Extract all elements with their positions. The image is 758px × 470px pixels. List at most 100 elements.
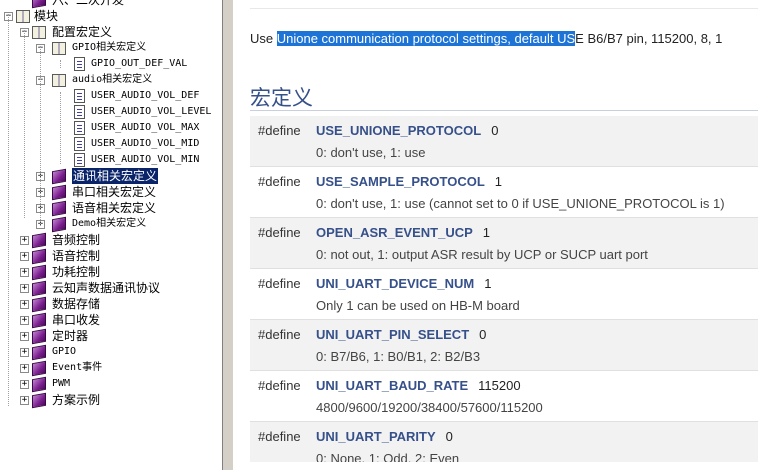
define-name[interactable]: UNI_UART_BAUD_RATE [316, 378, 468, 393]
define-value: 1 [484, 276, 492, 291]
tree-item-label[interactable]: PWM [52, 376, 70, 392]
define-name[interactable]: USE_UNIONE_PROTOCOL [316, 123, 481, 138]
tree-item-label[interactable]: 六、二次开发 [52, 0, 124, 8]
define-description: 0: don't use, 1: use (cannot set to 0 if… [316, 196, 725, 211]
tree-item[interactable]: + PWM [0, 376, 222, 393]
define-name[interactable]: OPEN_ASR_EVENT_UCP [316, 225, 473, 240]
define-name-link[interactable]: UNI_UART_PIN_SELECT 0 [316, 327, 486, 342]
tree-item-label[interactable]: 音频控制 [52, 232, 100, 248]
tree-item[interactable]: + 语音控制 [0, 248, 222, 265]
book-closed-icon [52, 184, 66, 201]
define-row: #define UNI_UART_DEVICE_NUM 1 Only 1 can be… [250, 269, 758, 320]
tree-item-label[interactable]: 语音相关宏定义 [72, 200, 156, 216]
tree-panel[interactable]: 六、二次开发 − 模块 − 配置宏定义 − GPIO相关宏定义 GPIO_OUT_DEF_VA… [0, 0, 222, 470]
define-name-link[interactable]: UNI_UART_PARITY 0 [316, 429, 453, 444]
tree-item-label[interactable]: 通讯相关宏定义 [72, 168, 159, 184]
intro-selection: Unione communication protocol settings, … [276, 31, 576, 46]
tree-item-label[interactable]: GPIO [52, 344, 76, 360]
tree-item-label[interactable]: 串口收发 [52, 312, 100, 328]
tree-item[interactable]: + GPIO [0, 344, 222, 361]
intro-after: E B6/B7 pin, 115200, 8, 1 [575, 31, 723, 46]
tree-item-label[interactable]: 云知声数据通讯协议 [52, 280, 160, 296]
tree-item[interactable]: + Event事件 [0, 360, 222, 377]
tree-item[interactable]: − GPIO相关宏定义 [0, 40, 222, 56]
expand-icon[interactable]: + [20, 300, 29, 309]
tree-item-label[interactable]: 定时器 [52, 328, 88, 344]
tree-item-label[interactable]: GPIO_OUT_DEF_VAL [91, 56, 187, 72]
tree-item[interactable]: 六、二次开发 [0, 0, 222, 9]
tree-item[interactable]: + 定时器 [0, 328, 222, 345]
tree-guide-line [60, 60, 61, 68]
expand-icon[interactable]: + [20, 284, 29, 293]
tree-item-label[interactable]: Event事件 [52, 360, 102, 376]
tree-item[interactable]: USER_AUDIO_VOL_MID [0, 136, 222, 152]
tree-item-label[interactable]: 配置宏定义 [52, 24, 112, 40]
title-divider [250, 110, 758, 111]
tree-item[interactable]: + 语音相关宏定义 [0, 200, 222, 217]
tree-item[interactable]: + 功耗控制 [0, 264, 222, 281]
expand-icon[interactable]: + [20, 364, 29, 373]
expand-icon[interactable]: + [20, 348, 29, 357]
tree-item[interactable]: USER_AUDIO_VOL_DEF [0, 88, 222, 104]
expand-icon[interactable]: + [20, 252, 29, 261]
tree-item[interactable]: + 串口相关宏定义 [0, 184, 222, 201]
panel-splitter[interactable] [222, 0, 234, 470]
page-icon [74, 105, 85, 119]
define-name-link[interactable]: USE_UNIONE_PROTOCOL 0 [316, 123, 498, 138]
define-row: #define USE_UNIONE_PROTOCOL 0 0: don't use,… [250, 116, 758, 167]
tree-item-label[interactable]: USER_AUDIO_VOL_LEVEL [91, 104, 211, 120]
content-panel[interactable]: Use Unione communication protocol settin… [234, 0, 758, 470]
tree-item[interactable]: + 通讯相关宏定义 [0, 168, 222, 185]
tree-item-label[interactable]: USER_AUDIO_VOL_MIN [91, 152, 199, 168]
define-name-link[interactable]: UNI_UART_BAUD_RATE 115200 [316, 378, 521, 393]
define-name[interactable]: UNI_UART_DEVICE_NUM [316, 276, 474, 291]
tree-item-label[interactable]: 功耗控制 [52, 264, 100, 280]
tree-item-label[interactable]: USER_AUDIO_VOL_DEF [91, 88, 199, 104]
tree-item[interactable]: USER_AUDIO_VOL_LEVEL [0, 104, 222, 120]
tree-item-label[interactable]: 语音控制 [52, 248, 100, 264]
tree-item[interactable]: + 音频控制 [0, 232, 222, 249]
page-icon [74, 57, 85, 71]
tree-item-label[interactable]: USER_AUDIO_VOL_MAX [91, 120, 199, 136]
define-name[interactable]: UNI_UART_PIN_SELECT [316, 327, 469, 342]
tree-item-label[interactable]: USER_AUDIO_VOL_MID [91, 136, 199, 152]
tree-item[interactable]: USER_AUDIO_VOL_MIN [0, 152, 222, 168]
tree-item[interactable]: GPIO_OUT_DEF_VAL [0, 56, 222, 72]
tree-item[interactable]: + 方案示例 [0, 392, 222, 409]
define-name[interactable]: USE_SAMPLE_PROTOCOL [316, 174, 485, 189]
define-description: 0: not out, 1: output ASR result by UCP … [316, 247, 648, 262]
tree-item[interactable]: + Demo相关宏定义 [0, 216, 222, 233]
expand-icon[interactable]: + [20, 236, 29, 245]
tree-item[interactable]: + 数据存储 [0, 296, 222, 313]
tree-item[interactable]: + 串口收发 [0, 312, 222, 329]
tree-item-label[interactable]: 模块 [34, 8, 58, 24]
expand-icon[interactable]: + [20, 332, 29, 341]
define-keyword: #define [258, 225, 301, 240]
expand-icon[interactable]: + [20, 268, 29, 277]
tree-item[interactable]: USER_AUDIO_VOL_MAX [0, 120, 222, 136]
define-name[interactable]: UNI_UART_PARITY [316, 429, 436, 444]
tree-item[interactable]: + 云知声数据通讯协议 [0, 280, 222, 297]
book-closed-icon [52, 216, 66, 233]
book-closed-icon [32, 312, 46, 329]
tree-item-label[interactable]: audio相关宏定义 [72, 72, 152, 88]
define-name-link[interactable]: USE_SAMPLE_PROTOCOL 1 [316, 174, 502, 189]
tree-item[interactable]: − 配置宏定义 [0, 24, 222, 40]
define-name-link[interactable]: UNI_UART_DEVICE_NUM 1 [316, 276, 491, 291]
tree-item[interactable]: − 模块 [0, 8, 222, 24]
expand-icon[interactable]: + [20, 316, 29, 325]
tree-item-label[interactable]: GPIO相关宏定义 [72, 40, 146, 56]
define-value: 115200 [478, 378, 521, 393]
tree-item-label[interactable]: 数据存储 [52, 296, 100, 312]
define-keyword: #define [258, 174, 301, 189]
tree-item-label[interactable]: 方案示例 [52, 392, 100, 408]
tree-item-label[interactable]: 串口相关宏定义 [72, 184, 156, 200]
tree-item[interactable]: − audio相关宏定义 [0, 72, 222, 88]
book-closed-icon [32, 296, 46, 313]
define-description: Only 1 can be used on HB-M board [316, 298, 520, 313]
define-name-link[interactable]: OPEN_ASR_EVENT_UCP 1 [316, 225, 490, 240]
expand-icon[interactable]: + [20, 380, 29, 389]
tree-item-label[interactable]: Demo相关宏定义 [72, 216, 146, 232]
expand-icon[interactable]: + [20, 396, 29, 405]
define-value: 1 [482, 225, 491, 240]
